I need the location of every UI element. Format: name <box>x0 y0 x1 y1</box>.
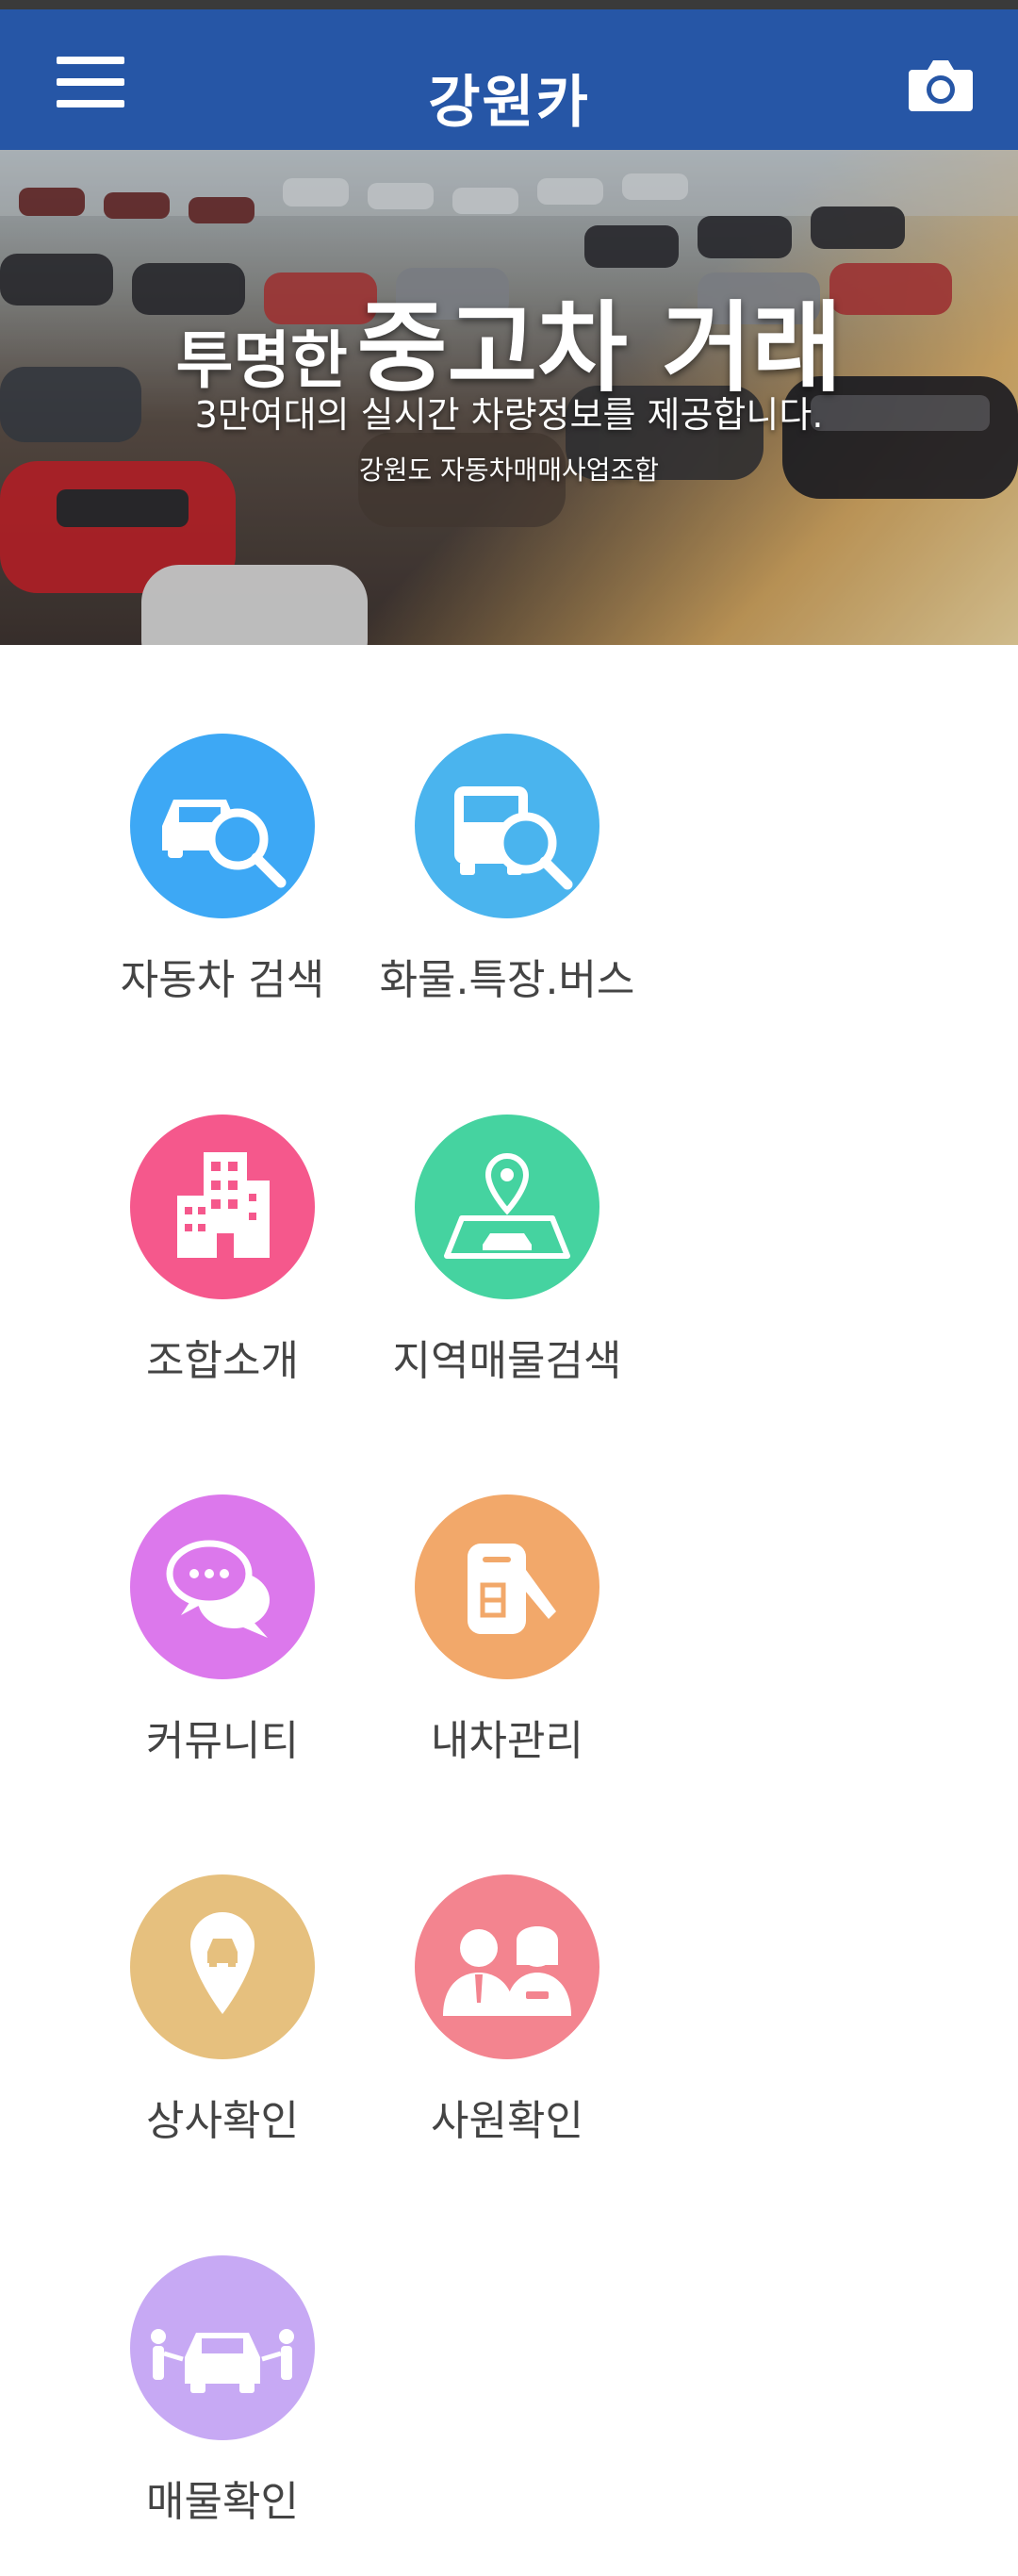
menu-label: 조합소개 <box>146 1337 299 1385</box>
car-key-icon <box>415 1494 599 1679</box>
hero-banner: 투명한중고차 거래 3만여대의 실시간 차량정보를 제공합니다. 강원도 자동차… <box>0 150 1018 645</box>
status-bar <box>0 0 1018 9</box>
app-header: 강원카 <box>0 9 1018 150</box>
menu-label: 내차관리 <box>431 1717 583 1765</box>
building-icon <box>130 1115 315 1299</box>
menu-community[interactable]: 커뮤니티 <box>72 1494 373 1777</box>
menu-car-search[interactable]: 자동차 검색 <box>72 734 373 1016</box>
menu-label: 매물확인 <box>146 2478 299 2526</box>
car-handover-icon <box>130 2255 315 2440</box>
staff-icon <box>415 1874 599 2059</box>
menu-regional-search[interactable]: 지역매물검색 <box>356 1115 658 1397</box>
menu-label: 커뮤니티 <box>146 1717 299 1765</box>
menu-truck-bus-search[interactable]: 화물.특장.버스 <box>356 734 658 1016</box>
truck-search-icon <box>415 734 599 918</box>
menu-dealer-check[interactable]: 상사확인 <box>72 1874 373 2157</box>
menu-label: 자동차 검색 <box>120 956 325 1004</box>
menu-label: 사원확인 <box>431 2097 583 2145</box>
menu-association-intro[interactable]: 조합소개 <box>72 1115 373 1397</box>
car-search-icon <box>130 734 315 918</box>
menu-listing-check[interactable]: 매물확인 <box>72 2255 373 2538</box>
app-title: 강원카 <box>428 70 590 136</box>
hero-subtitle: 3만여대의 실시간 차량정보를 제공합니다. <box>194 394 824 436</box>
menu-label: 지역매물검색 <box>392 1337 622 1385</box>
map-pin-car-icon <box>415 1115 599 1299</box>
menu-staff-check[interactable]: 사원확인 <box>356 1874 658 2157</box>
chat-bubbles-icon <box>130 1494 315 1679</box>
menu-label: 상사확인 <box>146 2097 299 2145</box>
hero-organization: 강원도 자동차매매사업조합 <box>358 454 660 486</box>
menu-label: 화물.특장.버스 <box>379 956 635 1004</box>
menu-my-car[interactable]: 내차관리 <box>356 1494 658 1777</box>
dealer-location-icon <box>130 1874 315 2059</box>
camera-icon[interactable] <box>907 55 975 115</box>
